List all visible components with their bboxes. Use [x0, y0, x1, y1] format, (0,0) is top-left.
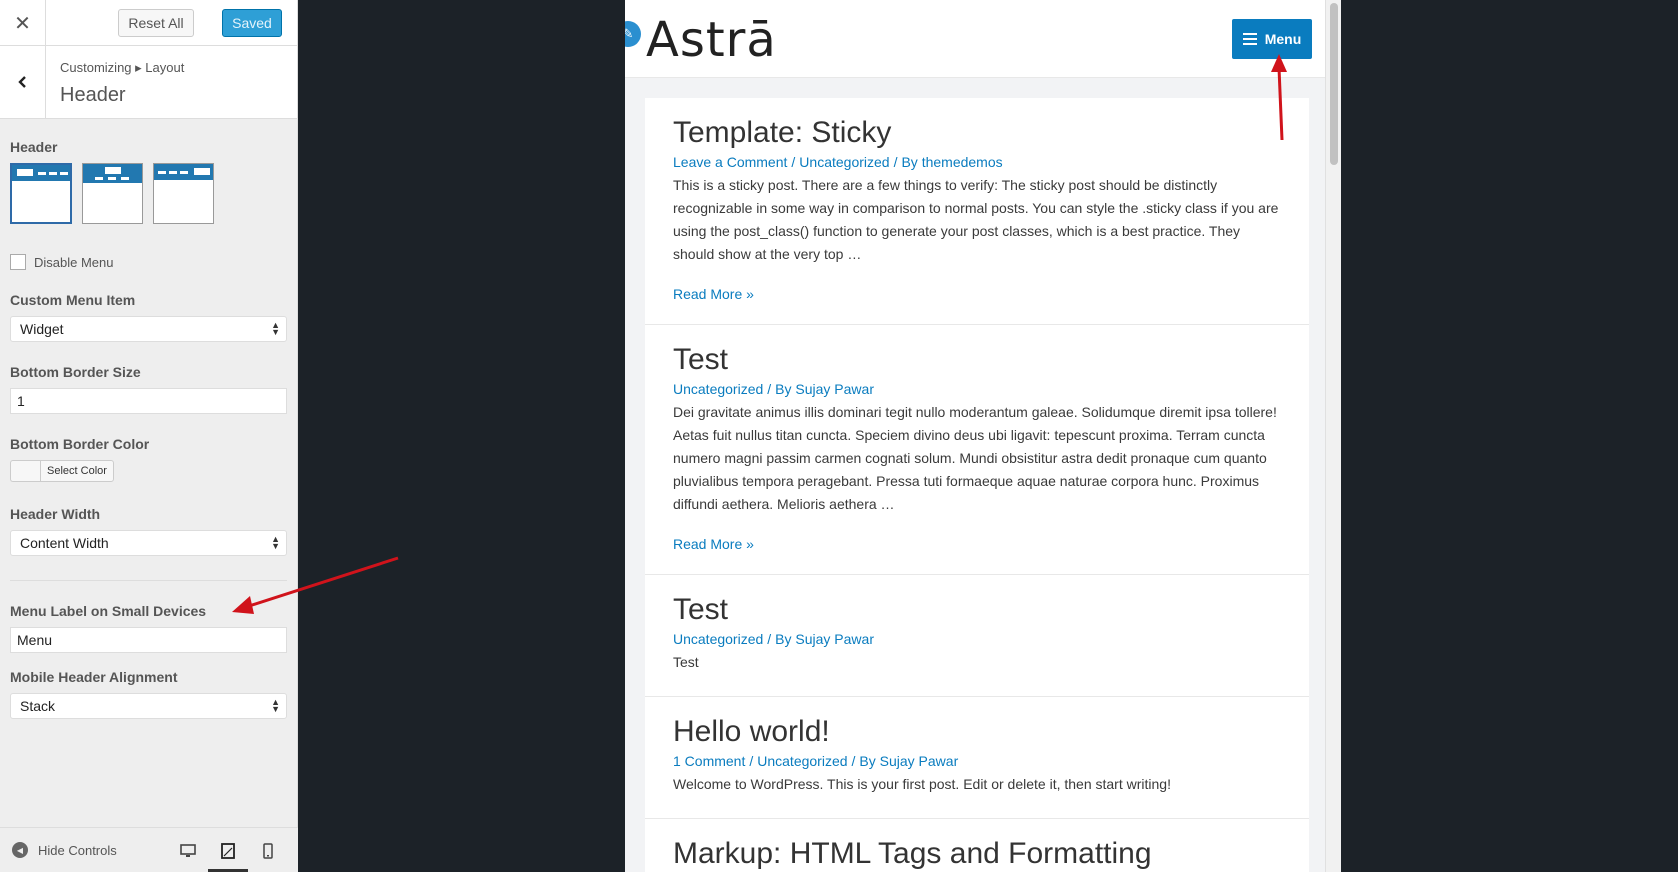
header-layout-options: [10, 163, 287, 224]
mobile-preview-icon[interactable]: [248, 828, 288, 872]
select-arrows-icon: ▲ ▼: [271, 534, 280, 551]
post-meta-link[interactable]: Uncategorized: [673, 631, 763, 647]
post-meta-link[interactable]: 1 Comment: [673, 753, 745, 769]
controls-panel: Header Disable Menu Custom Menu Item Wid…: [0, 139, 297, 719]
read-more-link[interactable]: Read More »: [673, 286, 1281, 302]
mobile-menu-button[interactable]: Menu: [1232, 19, 1312, 59]
header-layout-label: Header: [10, 139, 58, 155]
post-meta-link[interactable]: By themedemos: [901, 154, 1002, 170]
post-card: Test Uncategorized / By Sujay Pawar Test: [645, 575, 1309, 697]
post-card: Test Uncategorized / By Sujay Pawar Dei gr…: [645, 325, 1309, 575]
post-list: Template: Sticky Leave a Comment / Uncateg…: [645, 98, 1309, 872]
hide-controls-label: Hide Controls: [38, 842, 117, 858]
customizer-topbar: ✕ Reset All Saved: [0, 0, 297, 46]
reset-all-button[interactable]: Reset All: [118, 9, 194, 37]
saved-button[interactable]: Saved: [222, 9, 282, 37]
post-meta-link[interactable]: By Sujay Pawar: [859, 753, 958, 769]
header-width-value: Content Width: [20, 535, 109, 551]
post-excerpt: Test: [673, 654, 699, 670]
post-title[interactable]: Test: [673, 343, 1281, 377]
custom-menu-item-select[interactable]: Widget ▲ ▼: [10, 316, 287, 342]
menu-label-small-devices-input[interactable]: Menu: [10, 627, 287, 653]
post-meta: Uncategorized / By Sujay Pawar: [673, 631, 874, 647]
menu-label-small-devices-label: Menu Label on Small Devices: [10, 603, 207, 619]
desktop-preview-icon[interactable]: [168, 828, 208, 872]
tablet-preview-icon[interactable]: [208, 828, 248, 872]
customizer-footer: ◀ Hide Controls: [0, 827, 298, 872]
hamburger-icon: [1242, 30, 1257, 48]
post-meta-link[interactable]: Uncategorized: [799, 154, 889, 170]
select-arrows-icon: ▲ ▼: [271, 697, 280, 714]
post-meta-link[interactable]: By Sujay Pawar: [775, 631, 874, 647]
bottom-border-color-label: Bottom Border Color: [10, 436, 150, 452]
post-meta-link[interactable]: Leave a Comment: [673, 154, 787, 170]
disable-menu-label: Disable Menu: [34, 254, 114, 270]
post-excerpt: Welcome to WordPress. This is your first…: [673, 776, 1171, 792]
device-switcher: [168, 828, 288, 872]
select-color-button[interactable]: Select Color: [40, 460, 114, 482]
site-preview: ✎ Astrā Menu Template: Sticky Leave a Co…: [625, 0, 1341, 872]
mobile-header-alignment-value: Stack: [20, 698, 56, 714]
back-arrow-icon[interactable]: [0, 46, 46, 118]
header-width-label: Header Width: [10, 506, 101, 522]
mobile-header-alignment-label: Mobile Header Alignment: [10, 669, 178, 685]
color-picker: Select Color: [10, 460, 287, 482]
post-title[interactable]: Test: [673, 593, 1281, 627]
logo-mark-icon: ✎: [625, 21, 641, 47]
post-meta: 1 Comment / Uncategorized / By Sujay Pawar: [673, 753, 959, 769]
read-more-link[interactable]: Read More »: [673, 536, 1281, 552]
custom-menu-item-label: Custom Menu Item: [10, 292, 136, 308]
post-meta-link[interactable]: Uncategorized: [673, 381, 763, 397]
disable-menu-checkbox[interactable]: [10, 254, 26, 270]
preview-scrollbar[interactable]: [1325, 0, 1341, 872]
select-arrows-icon: ▲ ▼: [271, 320, 280, 337]
post-excerpt: This is a sticky post. There are a few t…: [673, 177, 1279, 262]
bottom-border-size-input[interactable]: 1: [10, 388, 287, 414]
site-logo[interactable]: Astrā: [646, 12, 777, 68]
mobile-header-alignment-select[interactable]: Stack ▲ ▼: [10, 693, 287, 719]
customizer-sidebar: ✕ Reset All Saved Customizing ▸ Layout H…: [0, 0, 298, 872]
site-header: ✎ Astrā Menu: [625, 0, 1325, 78]
close-icon[interactable]: ✕: [0, 0, 46, 46]
post-title[interactable]: Hello world!: [673, 715, 1281, 749]
post-meta: Uncategorized / By Sujay Pawar: [673, 381, 874, 397]
post-card: Template: Sticky Leave a Comment / Uncateg…: [645, 98, 1309, 325]
scrollbar-thumb[interactable]: [1330, 3, 1338, 165]
layout-option-logo-right[interactable]: [153, 163, 214, 224]
divider: [10, 580, 287, 581]
post-meta-link[interactable]: By Sujay Pawar: [775, 381, 874, 397]
bottom-border-size-label: Bottom Border Size: [10, 364, 141, 380]
section-header: Customizing ▸ Layout Header: [0, 46, 297, 119]
breadcrumb: Customizing ▸ Layout: [60, 60, 185, 75]
layout-option-logo-left[interactable]: [10, 163, 72, 224]
post-card: Hello world! 1 Comment / Uncategorized / By …: [645, 697, 1309, 819]
collapse-icon: ◀: [12, 842, 28, 858]
post-title[interactable]: Markup: HTML Tags and Formatting: [673, 837, 1281, 871]
hide-controls-button[interactable]: ◀ Hide Controls: [12, 842, 117, 858]
post-card: Markup: HTML Tags and Formatting: [645, 819, 1309, 872]
section-title: Header: [60, 84, 126, 106]
color-swatch[interactable]: [10, 460, 40, 482]
post-title[interactable]: Template: Sticky: [673, 116, 1281, 150]
header-width-select[interactable]: Content Width ▲ ▼: [10, 530, 287, 556]
custom-menu-item-value: Widget: [20, 321, 64, 337]
menu-button-label: Menu: [1264, 31, 1302, 47]
layout-option-logo-center[interactable]: [82, 163, 143, 224]
post-meta-link[interactable]: Uncategorized: [757, 753, 847, 769]
disable-menu-row: Disable Menu: [10, 254, 287, 270]
post-meta: Leave a Comment / Uncategorized / By themede…: [673, 154, 1003, 170]
post-excerpt: Dei gravitate animus illis dominari tegi…: [673, 404, 1277, 512]
